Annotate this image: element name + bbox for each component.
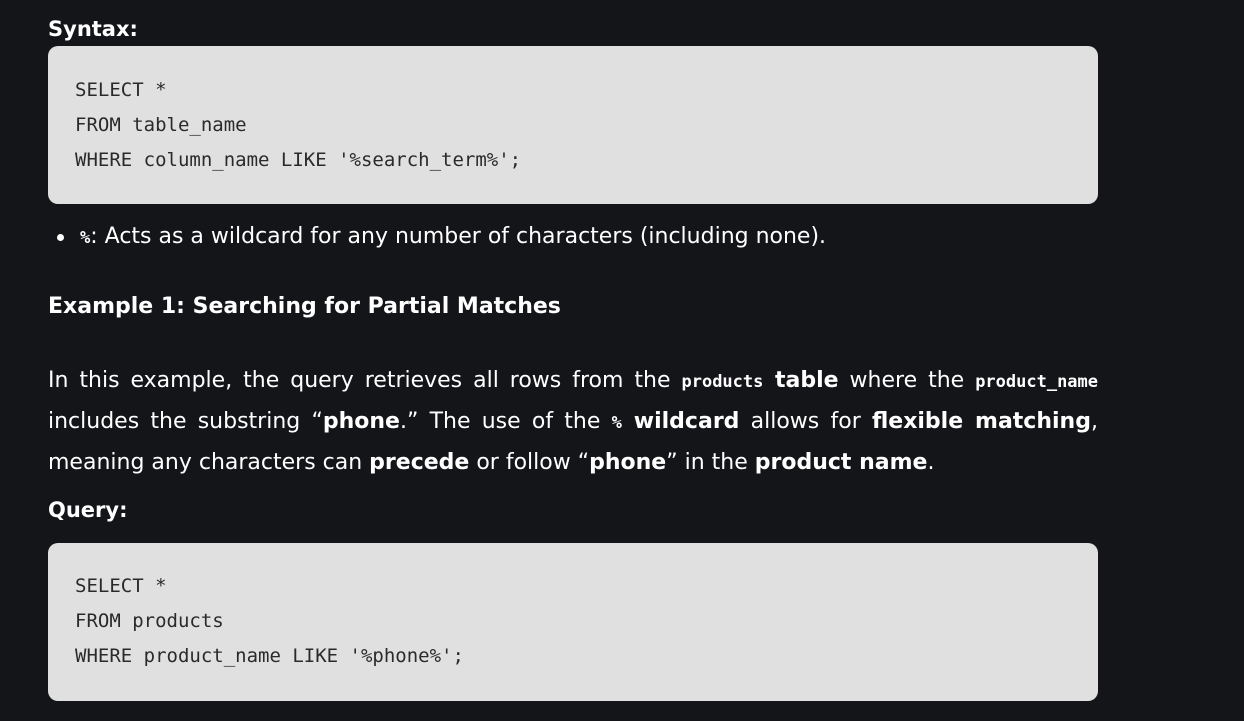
inline-code: products [681,372,764,392]
wildcard-list: %: Acts as a wildcard for any number of … [48,222,826,253]
code-line: SELECT * [75,79,167,101]
text-span: includes the substring “ [48,409,323,434]
code-line: FROM table_name [75,114,247,136]
query-label: Query: [48,498,128,522]
text-span: .” The use of the [399,409,612,434]
syntax-label: Syntax: [48,17,138,41]
code-line: WHERE product_name LIKE '%phone%'; [75,645,464,667]
bold-text: product name [754,450,928,475]
text-span: . [927,450,935,475]
inline-code: % [80,228,91,248]
inline-code: % [611,413,622,433]
example-heading: Example 1: Searching for Partial Matches [48,294,561,319]
bullet-dot-icon [57,234,64,241]
bold-text: wildcard [621,409,740,434]
query-code-block[interactable]: SELECT * FROM products WHERE product_nam… [48,543,1098,701]
text-span: In this example, the query retrieves all… [48,368,682,393]
bold-text: phone [322,409,400,434]
inline-code: product_name [975,372,1099,392]
text-span: allows for [739,409,872,434]
example-description: In this example, the query retrieves all… [48,361,1098,482]
bullet-text: : Acts as a wildcard for any number of c… [90,224,827,249]
text-span: ” in the [666,450,755,475]
syntax-code-block[interactable]: SELECT * FROM table_name WHERE column_na… [48,46,1098,204]
bold-text: precede [369,450,470,475]
code-line: FROM products [75,610,224,632]
text-span: where the [838,368,976,393]
bold-text: table [763,368,839,393]
code-line: SELECT * [75,575,167,597]
text-span: or follow “ [469,450,590,475]
code-line: WHERE column_name LIKE '%search_term%'; [75,149,522,171]
list-item: %: Acts as a wildcard for any number of … [48,222,826,253]
bold-text: flexible matching [871,409,1091,434]
bold-text: phone [589,450,667,475]
